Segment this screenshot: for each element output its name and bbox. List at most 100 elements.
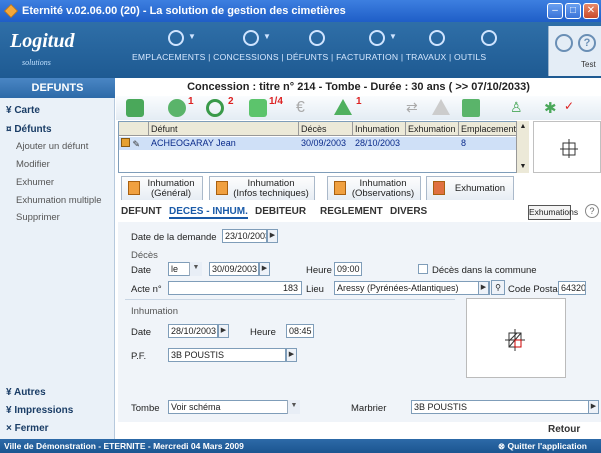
sidebar-item-supprimer[interactable]: Supprimer <box>16 212 60 223</box>
minimize-button[interactable]: – <box>547 3 563 19</box>
table-cell-deces[interactable]: 30/09/2003 <box>299 137 353 150</box>
title-bar: Eternité v.02.06.00 (20) - La solution d… <box>0 0 601 22</box>
defunts-table: Défunt Décès Inhumation Exhumation Empla… <box>118 121 529 173</box>
search-icon[interactable] <box>206 99 224 117</box>
sidebar-section-fermer[interactable]: × Fermer <box>6 423 49 434</box>
table-header-defunt[interactable]: Défunt <box>149 122 299 136</box>
tombe-label: Tombe <box>131 403 160 414</box>
tombe-plan[interactable] <box>466 298 566 378</box>
status-text: Ville de Démonstration - ETERNITE - Merc… <box>4 441 244 451</box>
euro-icon[interactable]: € <box>296 99 314 117</box>
table-header-emplacement[interactable]: Emplacement <box>459 122 517 136</box>
subtab-debiteur[interactable]: DEBITEUR <box>255 206 306 217</box>
calendar-arrow-icon[interactable]: ▶ <box>259 262 270 276</box>
heure-deces-label: Heure <box>306 265 332 276</box>
table-header-exhumation[interactable]: Exhumation <box>406 122 459 136</box>
marbrier-arrow-icon[interactable]: ▶ <box>588 400 599 414</box>
tomb-icon[interactable] <box>249 99 267 117</box>
marbrier-field[interactable]: 3B POUSTIS <box>411 400 591 414</box>
subtab-deces-inhum[interactable]: DECES - INHUM. <box>169 206 248 219</box>
acte-field[interactable]: 183 <box>168 281 302 295</box>
sidebar-item-exhumation-multiple[interactable]: Exhumation multiple <box>16 195 102 206</box>
heure-deces-field[interactable]: 09:00 <box>334 262 362 276</box>
calendar-arrow-icon[interactable]: ▶ <box>218 324 229 338</box>
calendar-arrow-icon[interactable]: ▶ <box>267 229 278 243</box>
tab-inhumation-general[interactable]: Inhumation (Général) <box>121 176 203 200</box>
date-inhum-field[interactable]: 28/10/2003 <box>168 324 218 338</box>
scroll-up-icon[interactable]: ▲ <box>517 121 529 133</box>
table-cell-emplacement[interactable]: 8 <box>459 137 517 150</box>
tab-exhumation[interactable]: Exhumation <box>426 176 514 200</box>
deces-commune-checkbox[interactable] <box>418 264 428 274</box>
heure-inhum-field[interactable]: 08:45 <box>286 324 314 338</box>
lieu-field[interactable]: Aressy (Pyrénées-Atlantiques) <box>334 281 490 295</box>
nav-menu[interactable]: EMPLACEMENTS | CONCESSIONS | DÉFUNTS | F… <box>132 52 572 62</box>
sidebar-section-autres[interactable]: ¥ Autres <box>6 387 46 398</box>
config-icon[interactable]: ✱ <box>544 99 562 117</box>
pf-arrow-icon[interactable]: ▶ <box>286 348 297 362</box>
lieu-search-icon[interactable]: ⚲ <box>491 280 505 295</box>
folder-icon <box>121 138 130 147</box>
code-postal-field[interactable]: 64320 <box>558 281 586 295</box>
plan-thumbnail[interactable] <box>533 121 601 173</box>
sidebar-item-ajouter[interactable]: Ajouter un défunt <box>16 141 88 152</box>
help-icon[interactable]: ? <box>585 204 599 218</box>
concessions-icon[interactable] <box>243 30 259 46</box>
help-icon[interactable]: ? <box>578 34 596 52</box>
check-icon[interactable]: ✓ <box>564 99 582 117</box>
warning-icon[interactable] <box>334 99 352 115</box>
lieu-arrow-icon[interactable]: ▶ <box>478 281 489 295</box>
sidebar-section-carte[interactable]: ¥ Carte <box>6 105 40 116</box>
chevron-down-icon: ▼ <box>263 32 271 41</box>
tab-inhumation-infos[interactable]: Inhumation (Infos techniques) <box>209 176 315 200</box>
quit-button[interactable]: ⊗ Quitter l'application <box>498 439 601 453</box>
table-row-icons[interactable]: ✎ <box>119 137 149 150</box>
close-button[interactable]: ✕ <box>583 3 599 19</box>
table-header-inhumation[interactable]: Inhumation <box>353 122 406 136</box>
pf-field[interactable]: 3B POUSTIS <box>168 348 286 362</box>
building-icon[interactable] <box>126 99 144 117</box>
table-cell-exhumation[interactable] <box>406 137 459 150</box>
table-header-deces[interactable]: Décès <box>299 122 353 136</box>
sidebar-section-defunts[interactable]: ¤ Défunts <box>6 124 52 135</box>
date-deces-field[interactable]: 30/09/2003 <box>209 262 259 276</box>
lieu-label: Lieu <box>306 284 324 295</box>
pen-icon: ✎ <box>132 139 141 149</box>
defunts-icon[interactable] <box>309 30 325 46</box>
table-cell-inhumation[interactable]: 28/10/2003 <box>353 137 406 150</box>
alert-disabled-icon[interactable] <box>432 99 450 115</box>
exhumations-button[interactable]: Exhumations <box>528 205 578 220</box>
tombe-select[interactable]: Voir schéma <box>168 400 300 414</box>
chevron-down-icon[interactable]: ▼ <box>287 400 300 414</box>
table-scrollbar[interactable]: ▲ ▼ <box>516 121 529 173</box>
subtab-defunt[interactable]: DEFUNT <box>121 206 162 217</box>
table-cell-defunt[interactable]: ACHEOGARAY Jean <box>149 137 299 150</box>
chevron-down-icon[interactable]: ▼ <box>189 262 202 276</box>
facturation-icon[interactable] <box>369 30 385 46</box>
retour-button[interactable]: Retour <box>548 424 580 435</box>
settings-icon[interactable] <box>555 34 573 52</box>
document-icon[interactable] <box>462 99 480 117</box>
transfer-icon[interactable]: ⇄ <box>406 99 424 117</box>
outils-icon[interactable] <box>481 30 497 46</box>
sidebar-section-impressions[interactable]: ¥ Impressions <box>6 405 73 416</box>
people-count-badge: 1 <box>188 96 194 107</box>
deces-commune-label: Décès dans la commune <box>432 265 537 276</box>
add-person-icon[interactable]: ♙ <box>510 99 528 117</box>
people-icon[interactable] <box>168 99 186 117</box>
sidebar-item-exhumer[interactable]: Exhumer <box>16 177 54 188</box>
close-circle-icon: ⊗ <box>498 441 506 451</box>
subtab-reglement[interactable]: REGLEMENT <box>320 206 383 217</box>
plan-icon <box>560 139 578 158</box>
sidebar-item-modifier[interactable]: Modifier <box>16 159 50 170</box>
subtab-divers[interactable]: DIVERS <box>390 206 427 217</box>
tab-inhumation-observations[interactable]: Inhumation (Observations) <box>327 176 421 200</box>
inhumation-group-label: Inhumation <box>131 306 179 317</box>
travaux-icon[interactable] <box>429 30 445 46</box>
emplacements-icon[interactable] <box>168 30 184 46</box>
date-demande-field[interactable]: 23/10/2003 <box>222 229 267 243</box>
scroll-down-icon[interactable]: ▼ <box>517 161 529 173</box>
chevron-down-icon: ▼ <box>389 32 397 41</box>
maximize-button[interactable]: □ <box>565 3 581 19</box>
logo-text: Logitud <box>10 30 75 52</box>
